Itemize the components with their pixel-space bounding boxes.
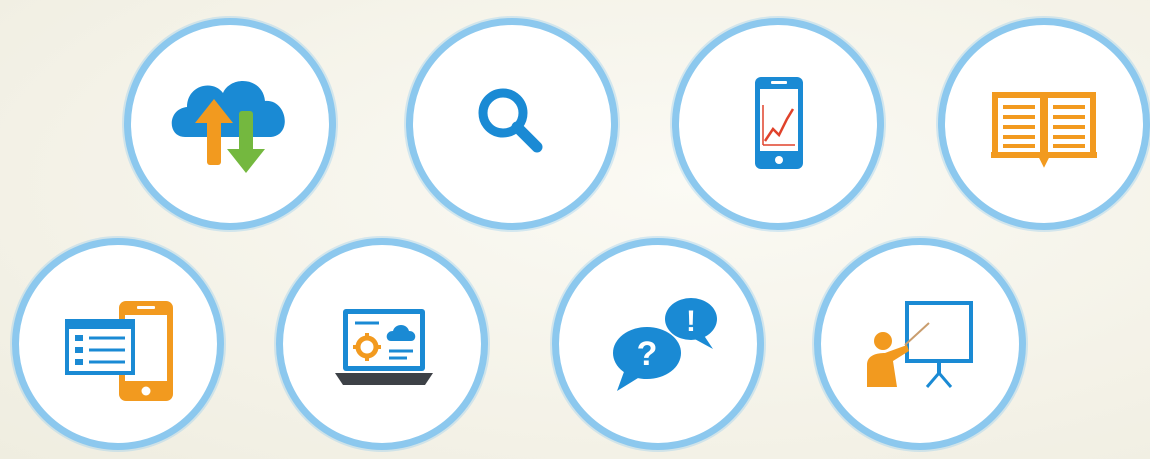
chat-bubbles-icon: ? !	[613, 298, 717, 391]
laptop-settings-icon-circle[interactable]	[276, 238, 488, 450]
cloud-sync-icon-circle[interactable]	[124, 18, 336, 230]
mobile-tablet-icon-circle[interactable]	[12, 238, 224, 450]
svg-text:?: ?	[637, 335, 658, 373]
book-icon	[991, 92, 1097, 168]
search-icon-circle[interactable]	[406, 18, 618, 230]
mobile-tablet-icon	[65, 301, 173, 401]
icon-grid: ? !	[0, 0, 1150, 459]
laptop-settings-icon	[335, 309, 433, 385]
mobile-chart-icon	[755, 77, 803, 169]
search-icon	[478, 88, 543, 153]
mobile-chart-icon-circle[interactable]	[672, 18, 884, 230]
chat-bubbles-icon-circle[interactable]: ? !	[552, 238, 764, 450]
cloud-sync-icon	[171, 81, 285, 173]
presentation-icon-circle[interactable]	[814, 238, 1026, 450]
presentation-icon	[867, 301, 973, 388]
svg-text:!: !	[686, 305, 696, 338]
book-icon-circle[interactable]	[938, 18, 1150, 230]
